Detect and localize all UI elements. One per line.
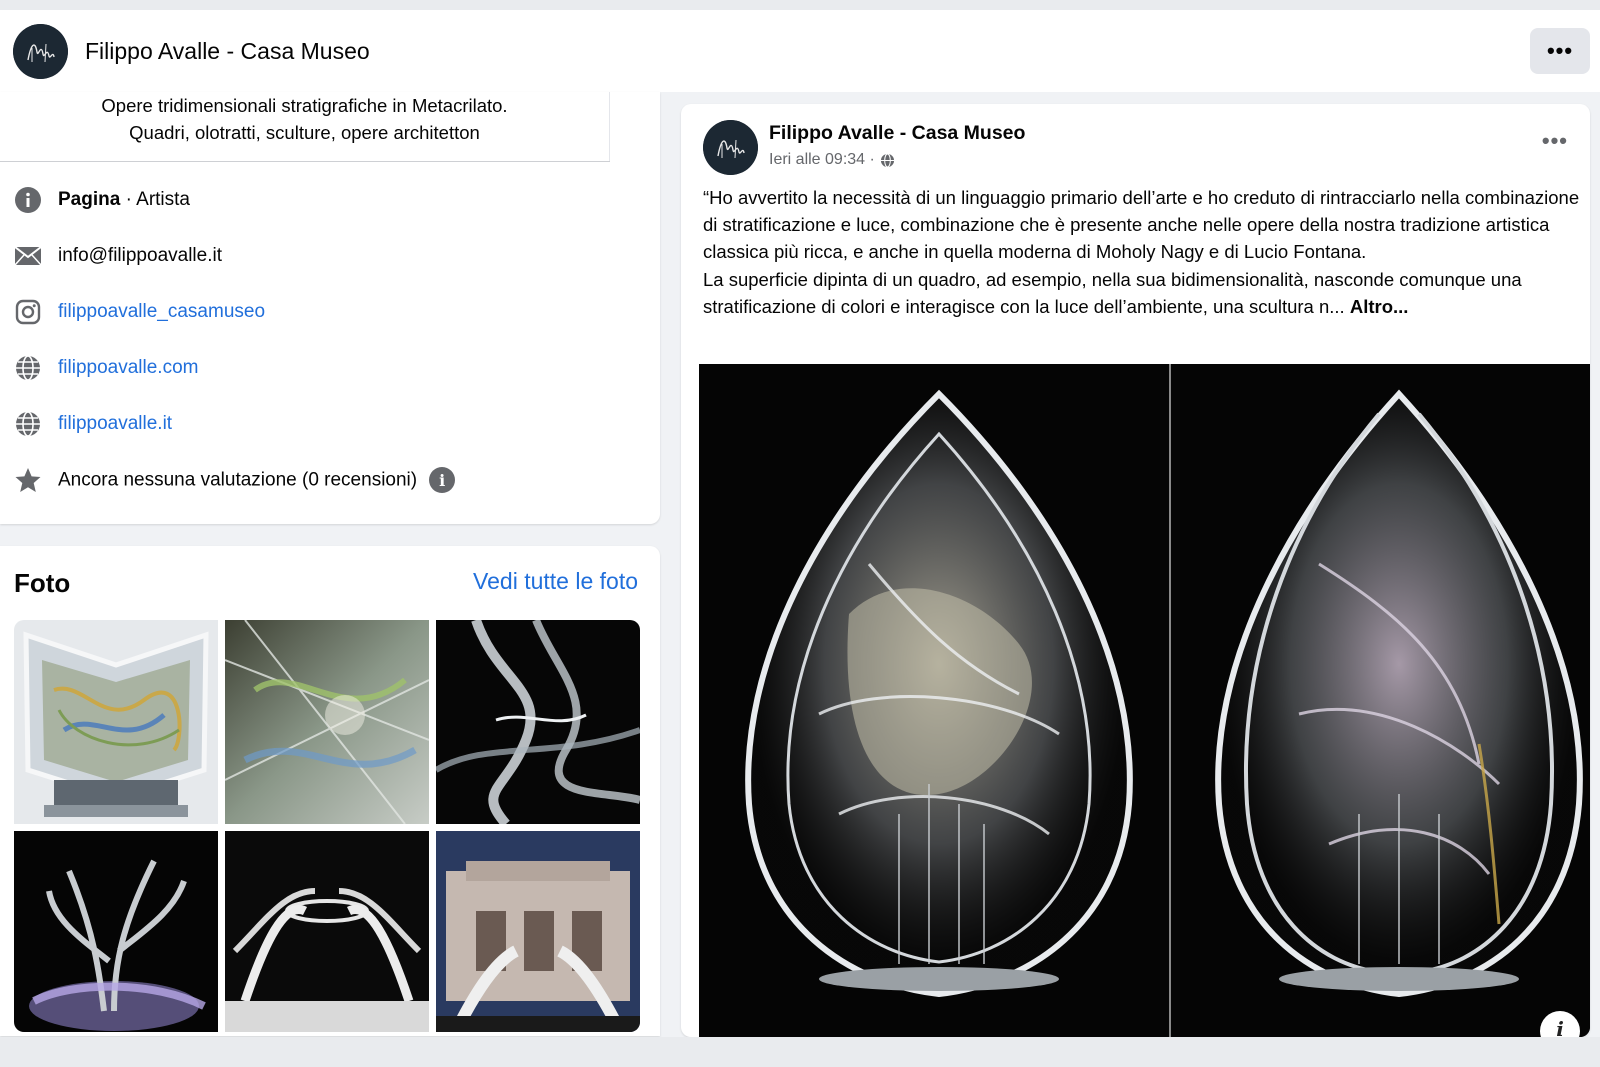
star-icon [13, 465, 43, 495]
divider [0, 161, 610, 162]
bio-line: Quadri, olotratti, sculture, opere archi… [129, 122, 480, 143]
website-link[interactable]: filippoavalle.com [58, 357, 198, 379]
instagram-icon [13, 297, 43, 327]
info-row-website1: filippoavalle.com [0, 348, 198, 388]
post-time-label[interactable]: Ieri alle 09:34 · [769, 151, 875, 169]
intro-card: Opere tridimensionali stratigrafiche in … [0, 92, 660, 524]
post-card: Filippo Avalle - Casa Museo Ieri alle 09… [681, 104, 1590, 1037]
category-label: · Artista [120, 189, 190, 210]
post-body: “Ho avvertito la necessità di un linguag… [703, 184, 1583, 320]
instagram-link[interactable]: filippoavalle_casamuseo [58, 301, 265, 323]
post-author-name[interactable]: Filippo Avalle - Casa Museo [769, 122, 1025, 145]
page-title[interactable]: Filippo Avalle - Casa Museo [85, 38, 370, 65]
envelope-icon [13, 241, 43, 271]
info-row-email: info@filippoavalle.it [0, 236, 222, 276]
post-paragraph-2: La superficie dipinta di un quadro, ad e… [703, 266, 1583, 320]
page-avatar[interactable] [13, 24, 68, 79]
category-type: Pagina [58, 189, 121, 210]
photos-card: Foto Vedi tutte le foto [0, 546, 660, 1036]
photo-thumbnail[interactable] [436, 620, 640, 824]
see-more-link[interactable]: Altro... [1350, 296, 1409, 317]
page-header: Filippo Avalle - Casa Museo ••• [0, 0, 1600, 92]
audience-globe-icon [880, 152, 895, 168]
info-row-website2: filippoavalle.it [0, 404, 172, 444]
post-paragraph: “Ho avvertito la necessità di un linguag… [703, 187, 1580, 263]
rating-label: Ancora nessuna valutazione (0 recensioni… [58, 469, 418, 491]
category-text: Pagina · Artista [58, 189, 190, 211]
post-image[interactable]: i [699, 364, 1590, 1037]
see-all-photos-link[interactable]: Vedi tutte le foto [473, 568, 638, 595]
info-row-instagram: filippoavalle_casamuseo [0, 292, 265, 332]
info-icon [13, 185, 43, 215]
photo-thumbnail[interactable] [436, 831, 640, 1032]
photos-title: Foto [14, 568, 71, 598]
rating-text: Ancora nessuna valutazione (0 recensioni… [58, 467, 456, 493]
photo-grid [14, 620, 640, 1032]
website-link[interactable]: filippoavalle.it [58, 413, 172, 435]
post-author-avatar[interactable] [703, 120, 758, 175]
info-row-rating: Ancora nessuna valutazione (0 recensioni… [0, 460, 456, 500]
page-bio: Opere tridimensionali stratigrafiche in … [0, 92, 610, 162]
photo-thumbnail[interactable] [14, 831, 218, 1032]
globe-icon [13, 353, 43, 383]
post-options-button[interactable]: ••• [1542, 128, 1568, 154]
photo-thumbnail[interactable] [14, 620, 218, 824]
email-text[interactable]: info@filippoavalle.it [58, 245, 222, 267]
post-timestamp[interactable]: Ieri alle 09:34 · [769, 151, 895, 169]
photo-thumbnail[interactable] [225, 620, 429, 824]
rating-info-icon[interactable]: i [429, 467, 456, 493]
photo-thumbnail[interactable] [225, 831, 429, 1032]
bio-line: Opere tridimensionali stratigrafiche in … [101, 95, 508, 116]
info-row-category: Pagina · Artista [0, 180, 190, 220]
globe-icon [13, 409, 43, 439]
page-bottom-edge [0, 1037, 1600, 1067]
more-options-button[interactable]: ••• [1530, 28, 1590, 74]
